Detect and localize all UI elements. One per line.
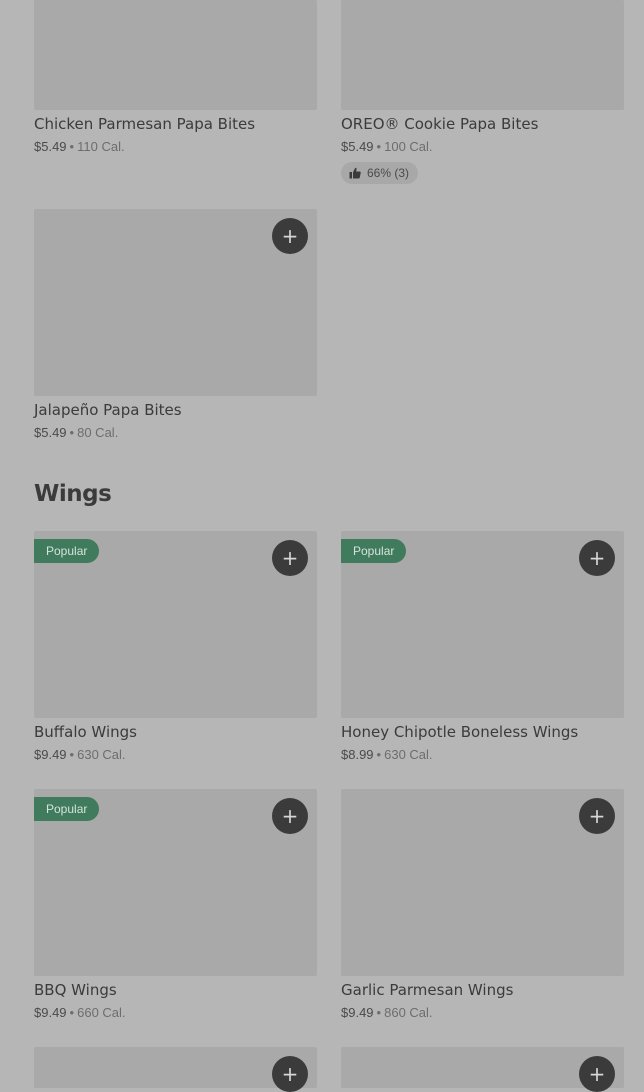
separator-dot: • bbox=[69, 139, 75, 154]
item-price: $8.99 bbox=[341, 747, 374, 762]
item-calories: 660 Cal. bbox=[77, 1005, 126, 1020]
thumbs-up-icon bbox=[349, 167, 361, 179]
item-calories: 100 Cal. bbox=[384, 139, 433, 154]
item-price: $5.49 bbox=[34, 425, 67, 440]
section-title-wings: Wings bbox=[34, 481, 112, 507]
rating-pill: 66% (3) bbox=[341, 162, 419, 184]
item-name: OREO® Cookie Papa Bites bbox=[341, 115, 539, 133]
item-calories: 860 Cal. bbox=[384, 1005, 433, 1020]
item-price: $9.49 bbox=[34, 1005, 67, 1020]
add-item-button[interactable]: + bbox=[272, 798, 308, 834]
separator-dot: • bbox=[376, 139, 382, 154]
popular-badge: Popular bbox=[341, 539, 407, 563]
item-price: $5.49 bbox=[341, 139, 374, 154]
add-item-button[interactable]: + bbox=[579, 798, 615, 834]
add-item-button[interactable]: + bbox=[272, 540, 308, 576]
item-name: Buffalo Wings bbox=[34, 723, 137, 741]
add-item-button[interactable]: + bbox=[272, 218, 308, 254]
item-meta: $5.49 • 80 Cal. bbox=[34, 425, 118, 440]
item-meta: $8.99 • 630 Cal. bbox=[341, 747, 433, 762]
add-item-button[interactable]: + bbox=[579, 1056, 615, 1092]
item-name: Jalapeño Papa Bites bbox=[34, 401, 182, 419]
item-meta: $9.49 • 630 Cal. bbox=[34, 747, 126, 762]
popular-badge: Popular bbox=[34, 539, 100, 563]
item-calories: 630 Cal. bbox=[77, 747, 126, 762]
plus-icon: + bbox=[588, 1062, 606, 1086]
item-calories: 110 Cal. bbox=[77, 139, 125, 154]
item-meta: $9.49 • 660 Cal. bbox=[34, 1005, 126, 1020]
item-price: $9.49 bbox=[34, 747, 67, 762]
item-meta: $9.49 • 860 Cal. bbox=[341, 1005, 433, 1020]
item-meta: $5.49 • 100 Cal. bbox=[341, 139, 433, 154]
item-image bbox=[341, 0, 624, 110]
item-name: BBQ Wings bbox=[34, 981, 117, 999]
item-calories: 630 Cal. bbox=[384, 747, 433, 762]
item-price: $5.49 bbox=[34, 139, 67, 154]
plus-icon: + bbox=[588, 546, 606, 570]
item-meta: $5.49 • 110 Cal. bbox=[34, 139, 125, 154]
plus-icon: + bbox=[281, 804, 299, 828]
add-item-button[interactable]: + bbox=[272, 1056, 308, 1092]
item-name: Garlic Parmesan Wings bbox=[341, 981, 514, 999]
separator-dot: • bbox=[69, 747, 75, 762]
plus-icon: + bbox=[281, 224, 299, 248]
popular-badge: Popular bbox=[34, 797, 100, 821]
item-name: Chicken Parmesan Papa Bites bbox=[34, 115, 256, 133]
plus-icon: + bbox=[281, 1062, 299, 1086]
separator-dot: • bbox=[69, 1005, 75, 1020]
item-calories: 80 Cal. bbox=[77, 425, 119, 440]
plus-icon: + bbox=[588, 804, 606, 828]
add-item-button[interactable]: + bbox=[579, 540, 615, 576]
separator-dot: • bbox=[376, 1005, 382, 1020]
plus-icon: + bbox=[281, 546, 299, 570]
item-name: Honey Chipotle Boneless Wings bbox=[341, 723, 579, 741]
item-image bbox=[34, 0, 317, 110]
separator-dot: • bbox=[376, 747, 382, 762]
rating-text: 66% (3) bbox=[367, 166, 410, 180]
separator-dot: • bbox=[69, 425, 75, 440]
item-price: $9.49 bbox=[341, 1005, 374, 1020]
